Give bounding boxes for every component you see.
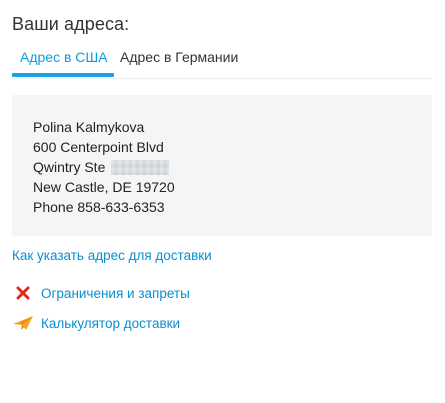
address-tabs: Адрес в США Адрес в Германии xyxy=(12,46,432,79)
address-phone: Phone 858-633-6353 xyxy=(33,199,165,215)
page-title: Ваши адреса: xyxy=(12,14,130,34)
address-suite-prefix: Qwintry Ste xyxy=(33,159,106,175)
active-tab-indicator xyxy=(12,73,114,77)
address-name: Polina Kalmykova xyxy=(33,119,145,135)
paper-plane-icon xyxy=(12,313,34,333)
restrictions-link[interactable]: Ограничения и запреты xyxy=(41,286,190,301)
address-street: 600 Centerpoint Blvd xyxy=(33,139,164,155)
tab-germany-address[interactable]: Адрес в Германии xyxy=(120,48,238,66)
close-x-icon xyxy=(12,283,34,303)
address-city: New Castle, DE 19720 xyxy=(33,179,175,195)
restrictions-row[interactable]: Ограничения и запреты xyxy=(12,283,190,303)
address-suite: Qwintry Ste xyxy=(33,157,175,177)
addresses-page: Ваши адреса: Адрес в США Адрес в Германи… xyxy=(0,0,445,403)
calculator-row[interactable]: Калькулятор доставки xyxy=(12,313,180,333)
tab-us-address[interactable]: Адрес в США xyxy=(20,48,108,66)
address-card: Polina Kalmykova 600 Centerpoint Blvd Qw… xyxy=(12,95,432,236)
redacted-suite-number xyxy=(111,160,170,175)
how-to-specify-address-link[interactable]: Как указать адрес для доставки xyxy=(12,248,212,263)
delivery-calculator-link[interactable]: Калькулятор доставки xyxy=(41,316,180,331)
address-lines: Polina Kalmykova 600 Centerpoint Blvd Qw… xyxy=(33,117,175,217)
